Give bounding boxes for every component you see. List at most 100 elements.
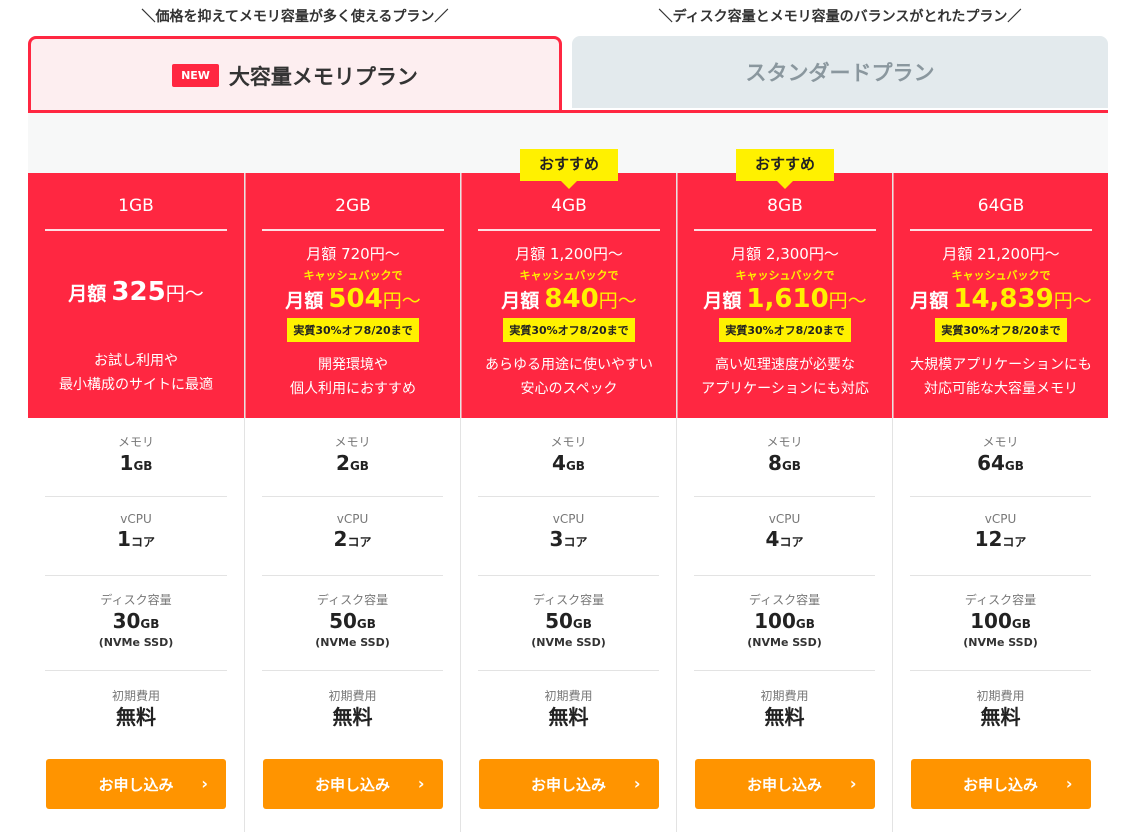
spec-vcpu: vCPU 12コア [910, 497, 1091, 576]
plan-description-line2: 対応可能な大容量メモリ [924, 381, 1078, 397]
plan-card-8gb: おすすめ 8GB 月額 2,300円～ キャッシュバックで 月額 1,610円～… [676, 149, 892, 832]
plan-monthly-price: 月額 720円～ [306, 245, 400, 263]
cashback-label: キャッシュバックで [303, 269, 403, 282]
spec-memory-unit: GB [349, 459, 369, 473]
plan-price: 月額 14,839円～ [894, 284, 1108, 314]
apply-button[interactable]: お申し込み › [46, 759, 226, 809]
spec-vcpu-unit: コア [563, 535, 588, 549]
price-prefix: 月額 [910, 290, 949, 312]
spec-disk-unit: GB [140, 617, 160, 631]
spec-disk-unit: GB [1011, 617, 1031, 631]
large-memory-tab-description: ＼価格を抑えてメモリ容量が多く使えるプラン／ [141, 9, 449, 25]
plan-description: 大規模アプリケーションにも 対応可能な大容量メモリ [894, 353, 1108, 401]
spec-vcpu: vCPU 1コア [45, 497, 227, 576]
plan-price: 月額 504円～ [246, 284, 460, 314]
spec-memory-unit: GB [781, 459, 801, 473]
spec-initial-fee-value: 無料 [332, 705, 373, 729]
plan-capacity: 64GB [977, 196, 1025, 216]
spec-memory-unit: GB [1004, 459, 1024, 473]
plan-header: 2GB 月額 720円～ キャッシュバックで 月額 504円～ 実質30%オフ8… [245, 173, 460, 418]
spec-initial-fee-value: 無料 [116, 705, 156, 729]
spec-initial-fee: 初期費用 無料 [910, 671, 1091, 751]
spec-initial-fee-label: 初期費用 [328, 689, 377, 703]
spec-disk-type: (NVMe SSD) [315, 636, 390, 649]
price-suffix: 円～ [598, 290, 637, 312]
cashback-label: キャッシュバックで [519, 269, 619, 282]
plan-description-line1: あらゆる用途に使いやすい [485, 357, 653, 373]
spec-vcpu-label: vCPU [552, 512, 585, 526]
price-prefix: 月額 [703, 290, 742, 312]
spec-memory: メモリ 8GB [694, 418, 875, 497]
spec-vcpu-value: 3 [549, 527, 564, 551]
spec-memory-label: メモリ [117, 435, 154, 449]
plan-price: 月額 840円～ [462, 284, 676, 314]
plan-header: 64GB 月額 21,200円～ キャッシュバックで 月額 14,839円～ 実… [893, 173, 1108, 418]
spec-disk-type: (NVMe SSD) [531, 636, 606, 649]
plan-description-line1: お試し利用や [94, 353, 178, 369]
spec-initial-fee: 初期費用 無料 [478, 671, 659, 751]
spec-memory-value: 8 [768, 451, 782, 475]
chevron-right-icon: › [201, 774, 208, 793]
price-suffix: 円～ [382, 290, 421, 312]
apply-button[interactable]: お申し込み › [478, 759, 659, 809]
spec-vcpu-value: 4 [765, 527, 780, 551]
spec-initial-fee-label: 初期費用 [976, 689, 1025, 703]
new-badge: NEW [172, 64, 219, 87]
apply-button-label: お申し込み [746, 775, 822, 794]
spec-vcpu-value: 2 [333, 527, 348, 551]
spec-vcpu: vCPU 4コア [694, 497, 875, 576]
tab-standard-plan[interactable]: スタンダードプラン [572, 36, 1108, 108]
spec-disk-label: ディスク容量 [316, 593, 389, 607]
divider [910, 229, 1092, 231]
plan-description: あらゆる用途に使いやすい 安心のスペック [462, 353, 676, 401]
spec-initial-fee-value: 無料 [764, 705, 805, 729]
spec-memory: メモリ 4GB [478, 418, 659, 497]
spec-initial-fee: 初期費用 無料 [45, 671, 227, 751]
spec-memory-unit: GB [565, 459, 585, 473]
plan-header: おすすめ 4GB 月額 1,200円～ キャッシュバックで 月額 840円～ 実… [461, 149, 676, 418]
price-amount: 14,839 [953, 284, 1054, 314]
spec-disk-unit: GB [356, 617, 376, 631]
promo-badge: 実質30%オフ8/20まで [935, 318, 1067, 342]
tab-large-memory-plan[interactable]: NEW 大容量メモリプラン [28, 36, 562, 112]
price-amount: 840 [544, 284, 599, 314]
recommended-ribbon: おすすめ [520, 149, 618, 181]
spec-vcpu-label: vCPU [336, 512, 369, 526]
plan-description: お試し利用や 最小構成のサイトに最適 [28, 349, 244, 397]
promo-badge: 実質30%オフ8/20まで [719, 318, 851, 342]
price-suffix: 円～ [828, 290, 867, 312]
plan-description-line2: アプリケーションにも対応 [701, 381, 869, 397]
spec-memory: メモリ 2GB [262, 418, 443, 497]
price-prefix: 月額 [68, 283, 107, 305]
plan-header: 1GB 月額 325円～ お試し利用や 最小構成のサイトに最適 [28, 173, 244, 418]
price-suffix: 円～ [1053, 290, 1092, 312]
price-amount: 1,610 [746, 284, 829, 314]
chevron-right-icon: › [633, 774, 641, 793]
spec-disk-type: (NVMe SSD) [747, 636, 822, 649]
apply-button[interactable]: お申し込み › [694, 759, 875, 809]
spec-disk: ディスク容量 100GB (NVMe SSD) [694, 576, 875, 671]
spec-disk-label: ディスク容量 [100, 593, 172, 607]
spec-initial-fee-label: 初期費用 [111, 689, 160, 703]
spec-vcpu-value: 1 [117, 527, 131, 551]
apply-button[interactable]: お申し込み › [262, 759, 443, 809]
spec-initial-fee-value: 無料 [548, 705, 589, 729]
apply-button[interactable]: お申し込み › [910, 759, 1091, 809]
plan-specs: メモリ 1GB vCPU 1コア ディスク容量 30GB (NVMe SSD) … [28, 418, 244, 751]
spec-initial-fee-label: 初期費用 [760, 689, 809, 703]
apply-button-label: お申し込み [962, 775, 1038, 794]
plan-specs: メモリ 2GB vCPU 2コア ディスク容量 50GB (NVMe SSD) … [245, 418, 460, 751]
spec-initial-fee-label: 初期費用 [544, 689, 593, 703]
spec-disk-type: (NVMe SSD) [963, 636, 1038, 649]
spec-disk-label: ディスク容量 [748, 593, 821, 607]
plan-description: 開発環境や 個人利用におすすめ [246, 353, 460, 401]
plan-price: 月額 1,610円～ [678, 284, 892, 314]
chevron-right-icon: › [1065, 774, 1073, 793]
spec-initial-fee: 初期費用 無料 [262, 671, 443, 751]
spec-memory-label: メモリ [334, 435, 371, 449]
spec-vcpu-label: vCPU [984, 512, 1017, 526]
spec-disk: ディスク容量 100GB (NVMe SSD) [910, 576, 1091, 671]
plan-card-64gb: 64GB 月額 21,200円～ キャッシュバックで 月額 14,839円～ 実… [892, 173, 1108, 832]
chevron-right-icon: › [417, 774, 425, 793]
plan-description: 高い処理速度が必要な アプリケーションにも対応 [678, 353, 892, 401]
